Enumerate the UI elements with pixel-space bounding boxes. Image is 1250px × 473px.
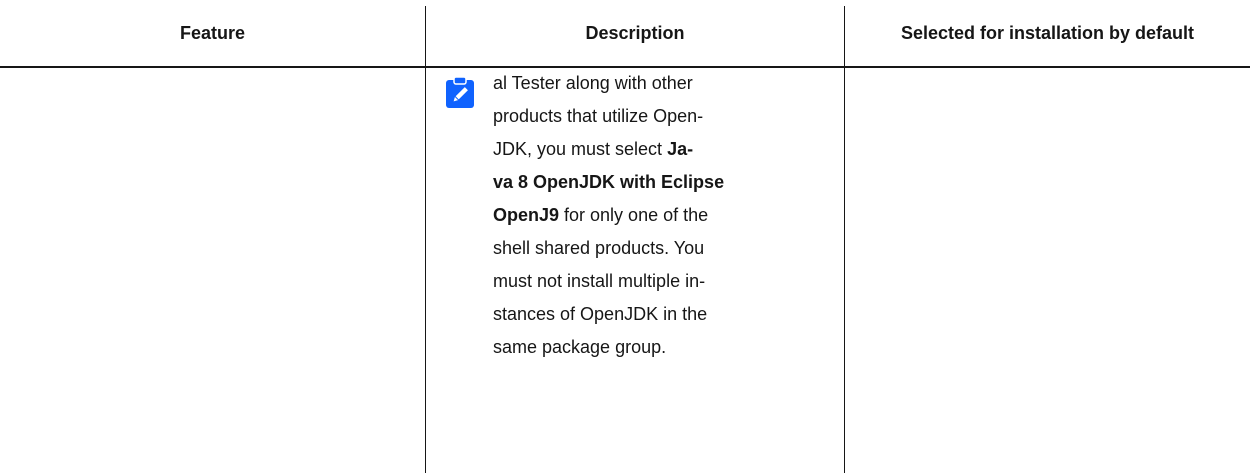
table-header-row: Feature Description Selected for install… bbox=[0, 0, 1250, 66]
description-text: must not install multiple in- bbox=[493, 271, 706, 291]
column-header-feature: Feature bbox=[179, 22, 246, 43]
description-text: shell shared products. You bbox=[493, 238, 705, 258]
description-line: va 8 OpenJDK with Eclipse bbox=[493, 166, 823, 199]
description-bold-text: OpenJ9 bbox=[493, 205, 560, 225]
description-bold-text: Ja- bbox=[667, 139, 694, 159]
column-header-selected-default: Selected for installation by default bbox=[900, 22, 1195, 43]
description-text: products that utilize Open- bbox=[493, 106, 704, 126]
description-text: same package group. bbox=[493, 337, 667, 357]
column-header-description: Description bbox=[585, 22, 685, 43]
description-line: JDK, you must select Ja- bbox=[493, 133, 823, 166]
features-table: Feature Description Selected for install… bbox=[0, 0, 1250, 473]
description-line: shell shared products. You bbox=[493, 232, 823, 265]
description-text: JDK, you must select bbox=[493, 139, 668, 159]
column-divider-2 bbox=[844, 6, 845, 473]
description-line: al Tester along with other bbox=[493, 67, 823, 100]
description-line: OpenJ9 for only one of the bbox=[493, 199, 823, 232]
description-line: must not install multiple in- bbox=[493, 265, 823, 298]
description-line: products that utilize Open- bbox=[493, 100, 823, 133]
description-text: al Tester along with other bbox=[493, 73, 693, 93]
description-text: for only one of the bbox=[559, 205, 709, 225]
cell-description: al Tester along with other products that … bbox=[493, 67, 823, 364]
description-bold-text: va 8 OpenJDK with Eclipse bbox=[493, 172, 725, 192]
description-line: stances of OpenJDK in the bbox=[493, 298, 823, 331]
description-text: stances of OpenJDK in the bbox=[493, 304, 708, 324]
description-line: same package group. bbox=[493, 331, 823, 364]
note-pencil-icon bbox=[446, 76, 474, 108]
column-divider-1 bbox=[425, 6, 426, 473]
